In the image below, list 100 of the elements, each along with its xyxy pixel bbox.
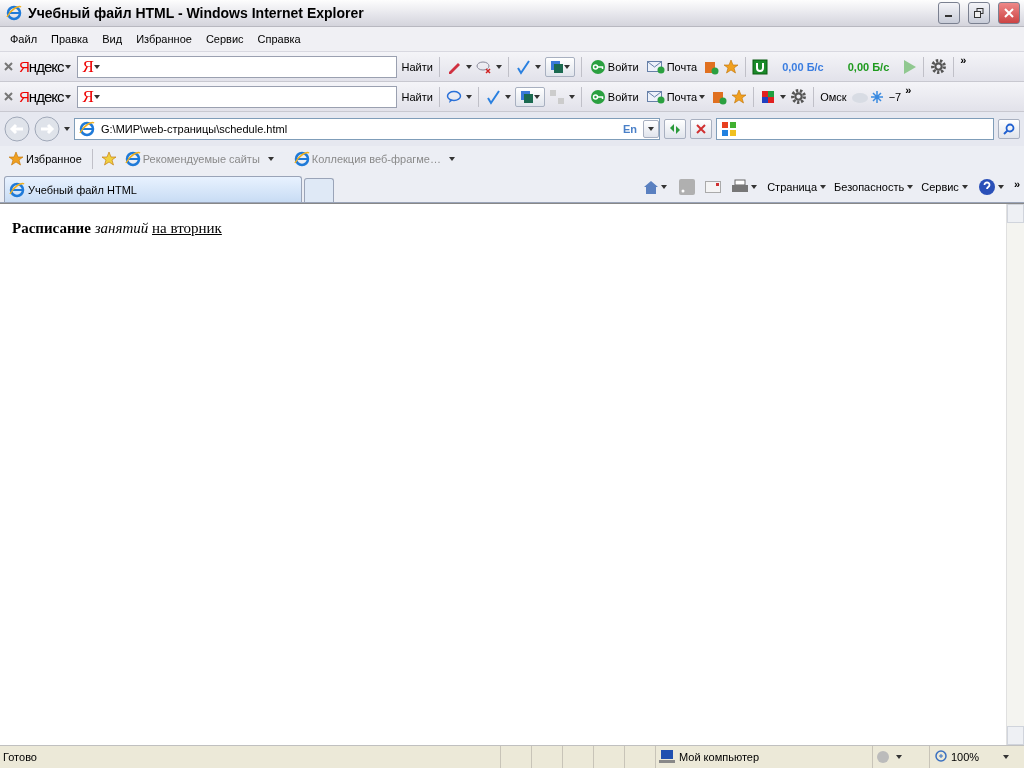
caret-icon	[648, 127, 654, 131]
city-text: Омск	[820, 90, 847, 103]
search-field[interactable]	[716, 118, 994, 140]
close-icon[interactable]	[4, 92, 13, 101]
caret-icon	[448, 157, 455, 161]
add-favorite-icon	[100, 151, 117, 167]
translate-button[interactable]	[544, 56, 575, 77]
menu-item[interactable]: Вид	[96, 33, 131, 45]
key-icon	[589, 88, 606, 105]
ie-icon	[9, 181, 25, 198]
search-field[interactable]: Я	[77, 85, 398, 108]
temperature-text: −7	[888, 90, 902, 103]
zone-text: Мой компьютер	[679, 751, 760, 763]
caret-icon	[504, 94, 511, 99]
caret-icon	[961, 185, 968, 189]
command-menu[interactable]: Сервис	[921, 181, 968, 193]
login-button[interactable]: Войти	[587, 58, 641, 75]
caret-icon	[907, 185, 914, 189]
mail-button[interactable]: Почта	[644, 59, 700, 74]
zoom-icon	[935, 750, 949, 764]
yandex-logo[interactable]: Яндекс	[17, 88, 74, 105]
translate-button[interactable]	[514, 86, 545, 107]
caret-icon	[820, 185, 827, 189]
close-icon[interactable]	[4, 62, 13, 71]
restore-icon	[974, 8, 984, 18]
page-link[interactable]: на вторник	[152, 220, 222, 236]
cube-icon[interactable]	[760, 88, 777, 105]
caret-icon	[465, 94, 472, 99]
ie-icon	[124, 151, 141, 167]
page-text: Расписание занятий на вторник	[12, 220, 223, 237]
restore-button[interactable]	[968, 2, 990, 24]
windows-logo-icon	[721, 121, 737, 137]
star-icon	[8, 151, 24, 167]
caret-icon	[93, 64, 100, 69]
speed-text: 0,00 Б/с	[847, 60, 890, 73]
caret-icon	[1003, 755, 1010, 759]
login-button[interactable]: Войти	[587, 88, 641, 105]
minimize-button[interactable]	[938, 2, 960, 24]
caret-icon	[661, 185, 668, 189]
caret-icon	[563, 64, 570, 69]
star-icon	[723, 58, 740, 75]
more-button[interactable]: »	[960, 54, 967, 66]
command-menu[interactable]: Безопасность	[834, 181, 914, 193]
dropdown-button[interactable]	[643, 120, 659, 138]
speech-bubble-icon[interactable]	[445, 88, 462, 105]
caret-icon	[534, 64, 541, 69]
back-icon[interactable]	[4, 116, 30, 142]
star-icon	[731, 88, 748, 105]
caret-icon	[568, 94, 575, 99]
settings-icon[interactable]	[930, 58, 948, 75]
favorites-button[interactable]: Избранное	[6, 151, 84, 167]
caret-icon	[65, 64, 72, 69]
stop-button[interactable]	[690, 119, 712, 139]
more-button[interactable]: »	[905, 84, 912, 96]
caret-icon	[997, 185, 1004, 189]
spellcheck-icon[interactable]	[484, 88, 501, 105]
language-indicator: En	[622, 123, 637, 135]
close-icon	[1004, 8, 1014, 18]
mail-button[interactable]: Почта	[644, 89, 708, 104]
caret-icon	[699, 94, 706, 99]
weather-icon	[850, 89, 885, 104]
tab[interactable]: Учебный файл HTML	[4, 176, 302, 202]
caret-icon	[93, 94, 100, 99]
speech-bubble-icon[interactable]	[475, 58, 492, 75]
stop-icon	[696, 124, 706, 134]
caret-icon	[751, 185, 758, 189]
yandex-logo[interactable]: Яндекс	[17, 58, 74, 75]
forward-icon[interactable]	[34, 116, 60, 142]
refresh-icon	[668, 122, 682, 136]
mail-icon[interactable]	[705, 181, 722, 193]
caret-icon	[495, 64, 502, 69]
spellcheck-icon[interactable]	[514, 58, 531, 75]
search-button[interactable]: Найти	[401, 90, 433, 103]
menu-item[interactable]: Сервис	[199, 33, 252, 45]
window-title: Учебный файл HTML - Windows Internet Explorer	[28, 5, 365, 21]
settings-icon[interactable]	[790, 88, 808, 105]
more-button[interactable]: »	[1013, 178, 1020, 190]
menu-item[interactable]: Избранное	[130, 33, 200, 45]
scrollbar[interactable]	[1006, 204, 1024, 745]
menu-item[interactable]: Файл	[4, 33, 46, 45]
search-button[interactable]: Найти	[401, 60, 433, 73]
speed-text: 0,00 Б/с	[782, 60, 824, 73]
menu-item[interactable]: Правка	[45, 33, 97, 45]
ie-icon	[6, 5, 22, 21]
command-menu[interactable]: Страница	[767, 181, 827, 193]
history-caret-icon	[64, 127, 70, 131]
address-field[interactable]: G:\МИР\web-страницы\schedule.html En	[74, 118, 660, 140]
refresh-button[interactable]	[664, 119, 686, 139]
search-field[interactable]: Я	[77, 55, 398, 78]
ie-icon	[293, 151, 310, 167]
envelope-icon	[646, 59, 665, 74]
ie-icon	[79, 121, 95, 137]
caret-icon	[780, 94, 787, 99]
close-button[interactable]	[998, 2, 1020, 24]
menu-item[interactable]: Справка	[251, 33, 309, 45]
print-button[interactable]	[729, 179, 760, 195]
computer-icon	[659, 750, 675, 764]
search-button[interactable]	[998, 119, 1020, 139]
zoom-button[interactable]: 100%	[933, 750, 1012, 764]
caret-icon	[267, 157, 274, 161]
